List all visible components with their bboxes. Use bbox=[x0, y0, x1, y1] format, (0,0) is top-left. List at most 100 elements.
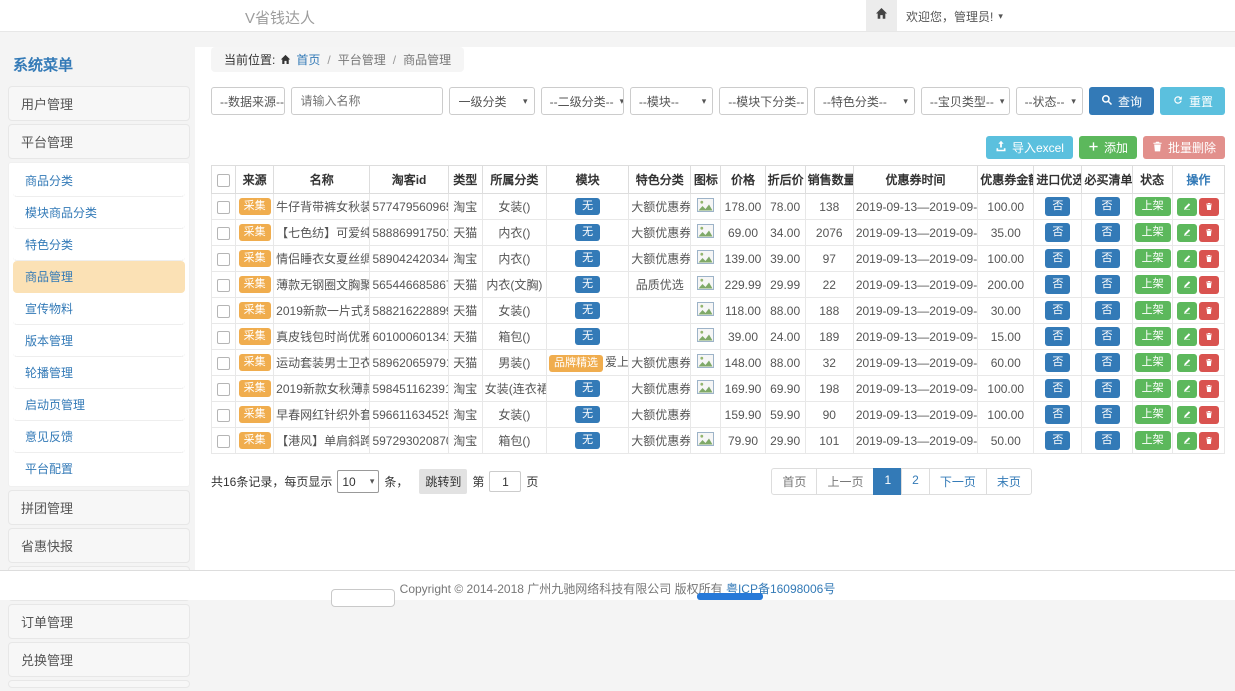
status-button[interactable]: 上架 bbox=[1135, 327, 1171, 346]
filter-status-select[interactable]: --状态--▾ bbox=[1016, 87, 1083, 115]
edit-button[interactable] bbox=[1177, 250, 1197, 268]
module-badge[interactable]: 无 bbox=[575, 302, 600, 319]
pager-1[interactable]: 1 bbox=[873, 468, 902, 495]
module-badge[interactable]: 无 bbox=[575, 224, 600, 241]
edit-button[interactable] bbox=[1177, 406, 1197, 424]
module-badge[interactable]: 无 bbox=[575, 250, 600, 267]
row-checkbox[interactable] bbox=[217, 253, 230, 266]
row-checkbox[interactable] bbox=[217, 409, 230, 422]
sidebar-item-用户管理[interactable]: 用户管理 bbox=[8, 86, 190, 121]
pager-2[interactable]: 2 bbox=[901, 468, 930, 495]
edit-button[interactable] bbox=[1177, 224, 1197, 242]
edit-button[interactable] bbox=[1177, 198, 1197, 216]
sidebar-item-partial[interactable] bbox=[8, 680, 190, 688]
sidebar-item-商品管理[interactable]: 商品管理 bbox=[13, 261, 185, 293]
page-number-input[interactable] bbox=[489, 471, 521, 492]
import-select-toggle[interactable]: 否 bbox=[1045, 405, 1070, 424]
breadcrumb-home-link[interactable]: 首页 bbox=[296, 51, 320, 68]
user-menu[interactable]: 欢迎您，管理员! ▾ bbox=[906, 8, 1003, 25]
delete-button[interactable] bbox=[1199, 302, 1219, 320]
import-select-toggle[interactable]: 否 bbox=[1045, 431, 1070, 450]
pager-末页[interactable]: 末页 bbox=[986, 468, 1032, 495]
delete-button[interactable] bbox=[1199, 276, 1219, 294]
import-select-toggle[interactable]: 否 bbox=[1045, 379, 1070, 398]
sidebar-item-兑换管理[interactable]: 兑换管理 bbox=[8, 642, 190, 677]
module-badge[interactable]: 无 bbox=[575, 198, 600, 215]
must-buy-toggle[interactable]: 否 bbox=[1095, 327, 1120, 346]
sidebar-item-宣传物料[interactable]: 宣传物料 bbox=[13, 293, 185, 325]
status-button[interactable]: 上架 bbox=[1135, 353, 1171, 372]
jump-button[interactable]: 跳转到 bbox=[419, 469, 467, 494]
filter-level1-category-select[interactable]: 一级分类▾ bbox=[449, 87, 534, 115]
select-all-checkbox[interactable] bbox=[217, 174, 230, 187]
status-button[interactable]: 上架 bbox=[1135, 275, 1171, 294]
import-select-toggle[interactable]: 否 bbox=[1045, 353, 1070, 372]
module-badge[interactable]: 无 bbox=[575, 276, 600, 293]
pager-首页[interactable]: 首页 bbox=[771, 468, 817, 495]
query-button[interactable]: 查询 bbox=[1089, 87, 1154, 115]
status-button[interactable]: 上架 bbox=[1135, 379, 1171, 398]
per-page-select[interactable]: 10 ▾ bbox=[337, 470, 379, 493]
edit-button[interactable] bbox=[1177, 328, 1197, 346]
must-buy-toggle[interactable]: 否 bbox=[1095, 431, 1120, 450]
module-badge[interactable]: 无 bbox=[575, 380, 600, 397]
home-button[interactable] bbox=[866, 0, 897, 31]
sidebar-item-订单管理[interactable]: 订单管理 bbox=[8, 604, 190, 639]
sidebar-item-启动页管理[interactable]: 启动页管理 bbox=[13, 389, 185, 421]
delete-button[interactable] bbox=[1199, 198, 1219, 216]
row-checkbox[interactable] bbox=[217, 201, 230, 214]
sidebar-item-版本管理[interactable]: 版本管理 bbox=[13, 325, 185, 357]
import-select-toggle[interactable]: 否 bbox=[1045, 223, 1070, 242]
edit-button[interactable] bbox=[1177, 380, 1197, 398]
pager-下一页[interactable]: 下一页 bbox=[929, 468, 987, 495]
must-buy-toggle[interactable]: 否 bbox=[1095, 405, 1120, 424]
bottom-scrollbar[interactable] bbox=[697, 593, 763, 600]
must-buy-toggle[interactable]: 否 bbox=[1095, 197, 1120, 216]
import-select-toggle[interactable]: 否 bbox=[1045, 275, 1070, 294]
status-button[interactable]: 上架 bbox=[1135, 223, 1171, 242]
must-buy-toggle[interactable]: 否 bbox=[1095, 379, 1120, 398]
import-select-toggle[interactable]: 否 bbox=[1045, 197, 1070, 216]
import-select-toggle[interactable]: 否 bbox=[1045, 249, 1070, 268]
module-badge[interactable]: 无 bbox=[575, 328, 600, 345]
sidebar-item-省惠快报[interactable]: 省惠快报 bbox=[8, 528, 190, 563]
filter-item-type-select[interactable]: --宝贝类型--▾ bbox=[921, 87, 1010, 115]
row-checkbox[interactable] bbox=[217, 435, 230, 448]
status-button[interactable]: 上架 bbox=[1135, 249, 1171, 268]
delete-button[interactable] bbox=[1199, 354, 1219, 372]
pager-上一页[interactable]: 上一页 bbox=[816, 468, 874, 495]
import-select-toggle[interactable]: 否 bbox=[1045, 301, 1070, 320]
row-checkbox[interactable] bbox=[217, 279, 230, 292]
edit-button[interactable] bbox=[1177, 354, 1197, 372]
delete-button[interactable] bbox=[1199, 432, 1219, 450]
add-button[interactable]: 添加 bbox=[1079, 136, 1137, 159]
delete-button[interactable] bbox=[1199, 380, 1219, 398]
reset-button[interactable]: 重置 bbox=[1160, 87, 1225, 115]
edit-button[interactable] bbox=[1177, 302, 1197, 320]
status-button[interactable]: 上架 bbox=[1135, 197, 1171, 216]
filter-level2-category-select[interactable]: --二级分类--▾ bbox=[541, 87, 624, 115]
sidebar-item-模块商品分类[interactable]: 模块商品分类 bbox=[13, 197, 185, 229]
filter-module-sub-category-select[interactable]: --模块下分类--▾ bbox=[719, 87, 808, 115]
delete-button[interactable] bbox=[1199, 328, 1219, 346]
sidebar-item-平台配置[interactable]: 平台配置 bbox=[13, 453, 185, 484]
must-buy-toggle[interactable]: 否 bbox=[1095, 275, 1120, 294]
filter-data-source-select[interactable]: --数据来源--▾ bbox=[211, 87, 285, 115]
row-checkbox[interactable] bbox=[217, 305, 230, 318]
import-excel-button[interactable]: 导入excel bbox=[986, 136, 1073, 159]
status-button[interactable]: 上架 bbox=[1135, 301, 1171, 320]
must-buy-toggle[interactable]: 否 bbox=[1095, 223, 1120, 242]
status-button[interactable]: 上架 bbox=[1135, 431, 1171, 450]
status-button[interactable]: 上架 bbox=[1135, 405, 1171, 424]
edit-button[interactable] bbox=[1177, 432, 1197, 450]
sidebar-item-拼团管理[interactable]: 拼团管理 bbox=[8, 490, 190, 525]
sidebar-item-平台管理[interactable]: 平台管理 bbox=[8, 124, 190, 159]
must-buy-toggle[interactable]: 否 bbox=[1095, 249, 1120, 268]
row-checkbox[interactable] bbox=[217, 383, 230, 396]
module-badge[interactable]: 无 bbox=[575, 406, 600, 423]
sidebar-item-特色分类[interactable]: 特色分类 bbox=[13, 229, 185, 261]
row-checkbox[interactable] bbox=[217, 331, 230, 344]
must-buy-toggle[interactable]: 否 bbox=[1095, 353, 1120, 372]
module-badge[interactable]: 无 bbox=[575, 432, 600, 449]
row-checkbox[interactable] bbox=[217, 357, 230, 370]
